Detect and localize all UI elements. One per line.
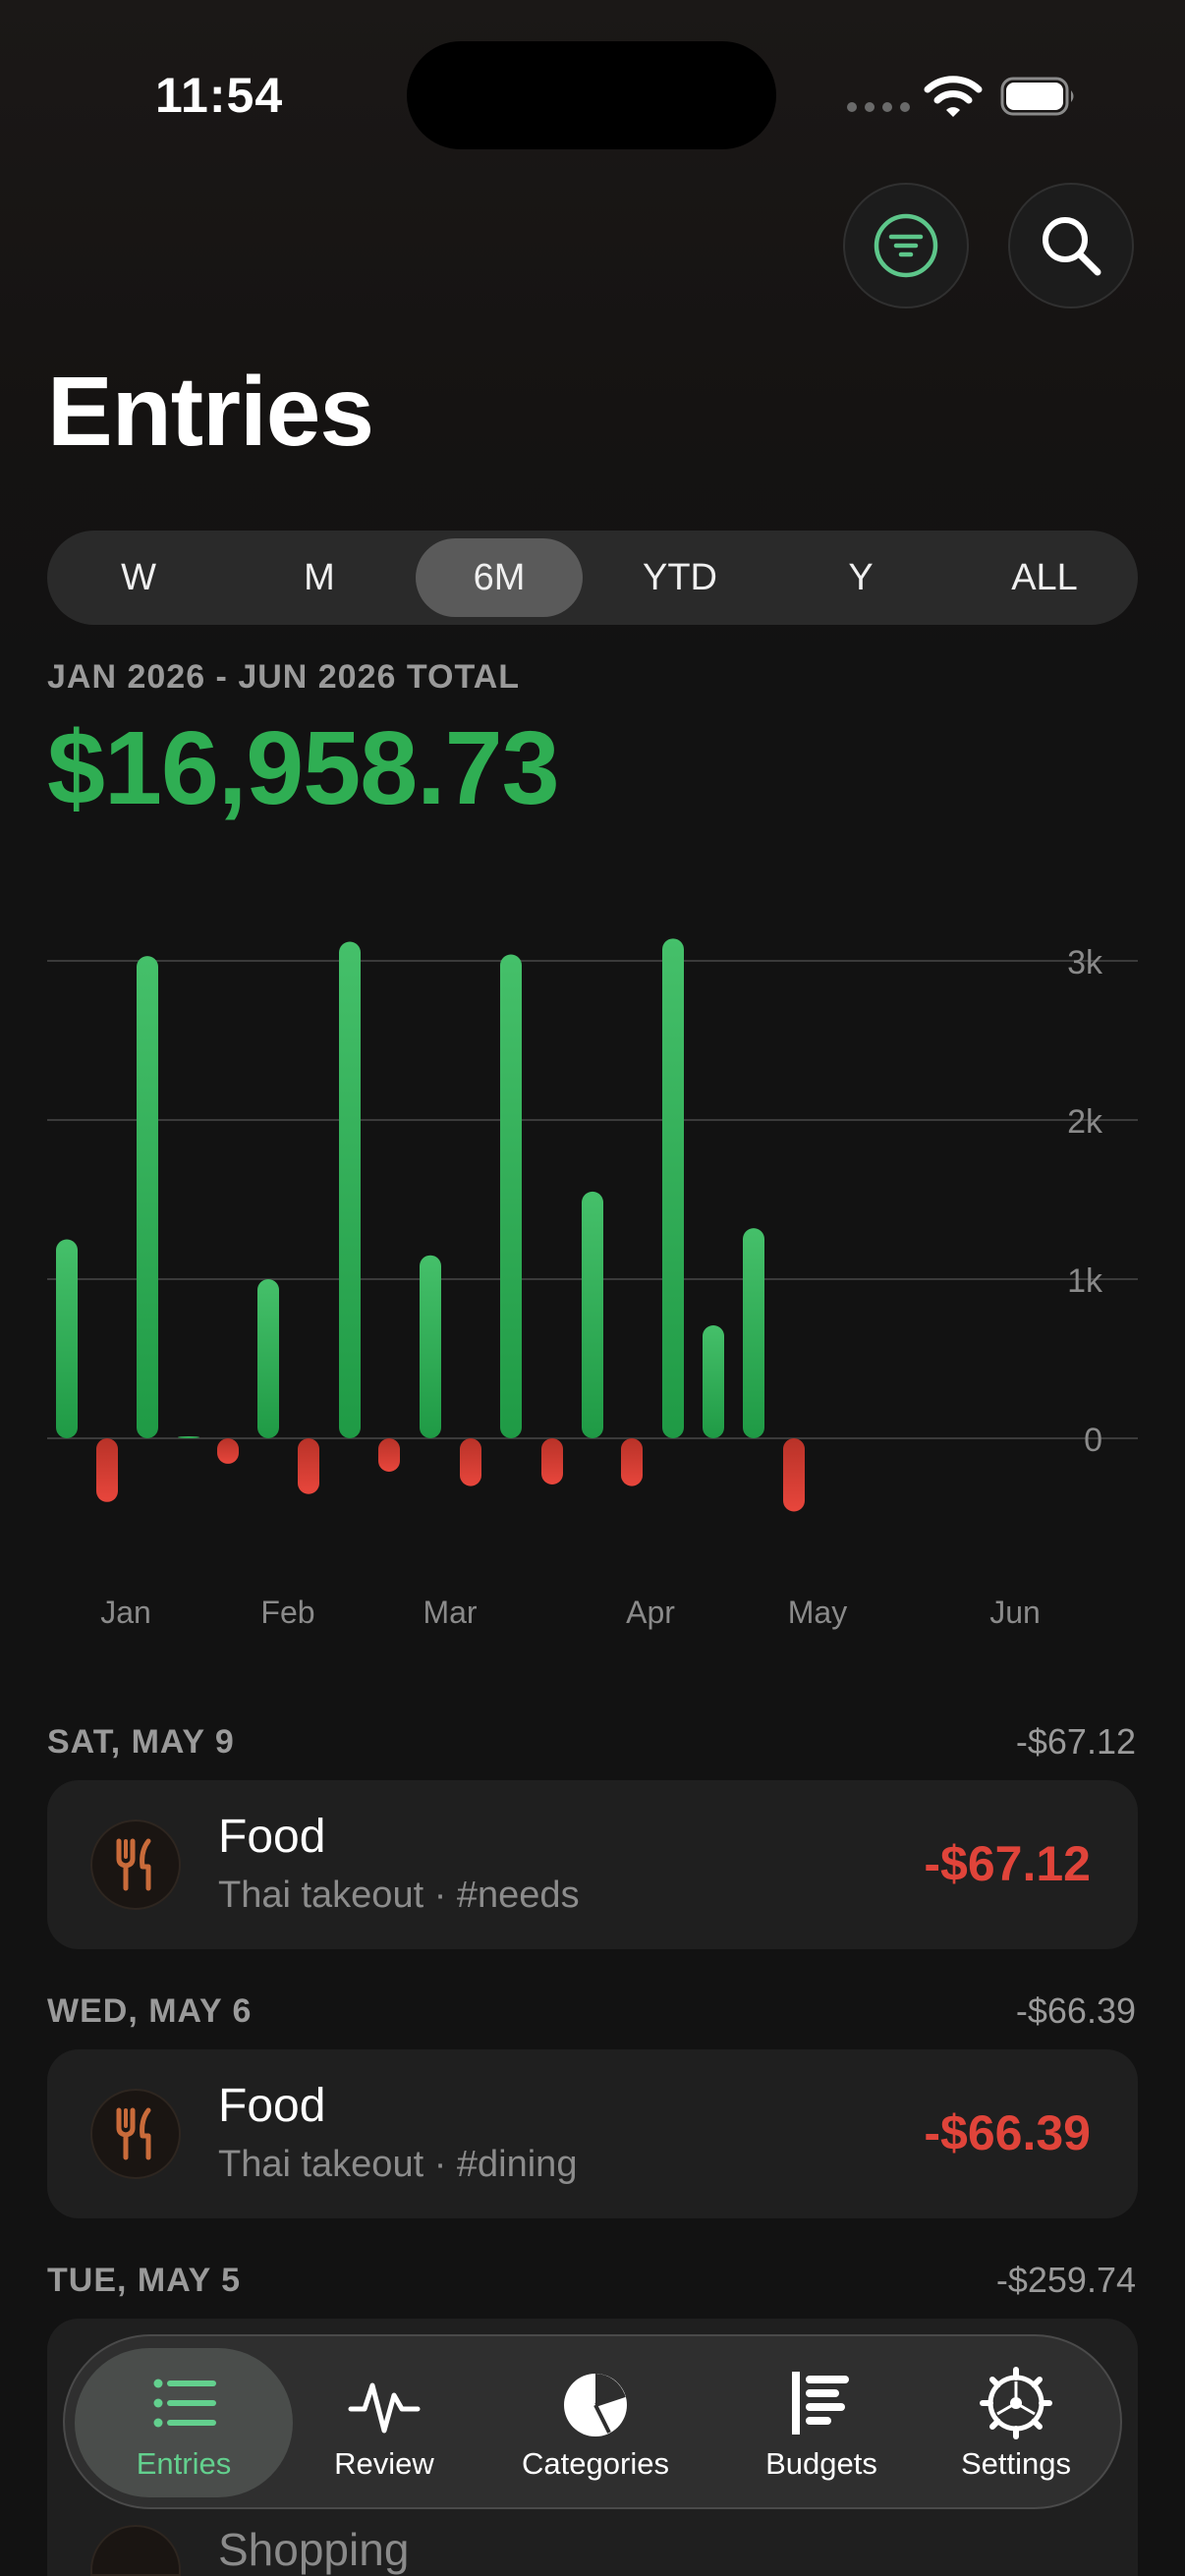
bar-income <box>137 956 158 1438</box>
period-label: JAN 2026 - JUN 2026 TOTAL <box>47 658 521 696</box>
bar-expense <box>621 1438 643 1486</box>
entry-note: Thai takeout · #needs <box>218 1875 580 1916</box>
filter-button[interactable] <box>843 183 969 308</box>
tab-settings[interactable]: Settings <box>920 2336 1112 2511</box>
fork-knife-icon <box>90 2089 181 2179</box>
entry-category: Food <box>218 1811 326 1863</box>
range-tab-y[interactable]: Y <box>777 538 944 617</box>
bar-income <box>178 1436 199 1438</box>
entry-category: Shopping <box>218 2524 410 2575</box>
dynamic-island <box>407 41 776 149</box>
page-title: Entries <box>47 357 374 467</box>
bar-income <box>257 1279 279 1438</box>
spending-chart[interactable]: 3k 2k 1k 0 Jan Feb Mar Apr May Jun <box>0 884 1185 1651</box>
y-tick-label: 1k <box>1067 1262 1103 1300</box>
tab-label: Budgets <box>765 2446 877 2481</box>
tab-review[interactable]: Review <box>301 2336 468 2511</box>
day-header: TUE, MAY 5 <box>47 2262 242 2299</box>
tab-bar: Entries Review Categories Budgets Settin… <box>63 2334 1122 2509</box>
bar-expense <box>298 1438 319 1494</box>
period-total: $16,958.73 <box>47 710 560 826</box>
tab-budgets[interactable]: Budgets <box>725 2336 918 2511</box>
day-header: WED, MAY 6 <box>47 1992 253 2030</box>
bar-expense <box>217 1438 239 1464</box>
bar-income <box>56 1239 78 1438</box>
pulse-icon <box>348 2382 421 2434</box>
x-tick-label: Jan <box>100 1595 151 1630</box>
entry-amount: -$67.12 <box>924 1836 1091 1891</box>
entry-card[interactable]: Food Thai takeout · #dining -$66.39 <box>47 2049 1138 2218</box>
tab-label: Categories <box>522 2446 669 2481</box>
x-tick-label: Jun <box>989 1595 1041 1630</box>
bar-expense <box>783 1438 805 1512</box>
range-tab-all[interactable]: ALL <box>961 538 1128 617</box>
range-tab-w[interactable]: W <box>55 538 222 617</box>
y-tick-label: 2k <box>1067 1103 1103 1141</box>
entry-category: Food <box>218 2080 326 2132</box>
y-tick-label: 3k <box>1067 944 1103 981</box>
wifi-icon <box>924 76 983 117</box>
pie-chart-icon <box>564 2374 627 2436</box>
bar-expense <box>378 1438 400 1473</box>
x-tick-label: Apr <box>626 1595 675 1630</box>
tab-categories[interactable]: Categories <box>487 2336 704 2511</box>
day-total: -$66.39 <box>1015 1990 1136 2031</box>
bar-income <box>662 938 684 1438</box>
y-tick-label: 0 <box>1084 1422 1102 1459</box>
list-icon <box>153 2379 216 2428</box>
filter-icon <box>874 213 938 278</box>
day-total: -$259.74 <box>995 2260 1136 2300</box>
bar-expense <box>96 1438 118 1502</box>
bar-income <box>582 1191 603 1438</box>
tab-label: Entries <box>136 2446 232 2481</box>
tab-entries[interactable]: Entries <box>75 2336 293 2511</box>
day-header: SAT, MAY 9 <box>47 1723 235 1761</box>
tab-label: Review <box>334 2446 434 2481</box>
entry-card[interactable]: Food Thai takeout · #needs -$67.12 <box>47 1780 1138 1949</box>
bar-expense <box>541 1438 563 1484</box>
search-button[interactable] <box>1008 183 1134 308</box>
range-tab-6m[interactable]: 6M <box>416 538 583 617</box>
x-tick-label: May <box>788 1595 847 1630</box>
range-tab-ytd[interactable]: YTD <box>596 538 763 617</box>
bar-income <box>500 954 522 1438</box>
fork-knife-icon <box>90 1820 181 1910</box>
tab-label: Settings <box>960 2446 1071 2481</box>
day-total: -$67.12 <box>1015 1721 1136 1762</box>
entry-note: Thai takeout · #dining <box>218 2144 578 2185</box>
battery-icon <box>1000 77 1074 116</box>
bars-icon <box>792 2372 849 2435</box>
range-selector: W M 6M YTD Y ALL <box>47 531 1138 625</box>
gear-icon <box>980 2367 1052 2439</box>
bar-income <box>743 1228 764 1438</box>
entry-amount: -$66.39 <box>924 2105 1091 2160</box>
cellular-signal-icon <box>847 102 910 112</box>
bar-income <box>703 1324 724 1438</box>
range-tab-m[interactable]: M <box>236 538 403 617</box>
bar-income <box>339 941 361 1438</box>
bar-expense <box>460 1438 481 1486</box>
bar-income <box>420 1255 441 1438</box>
search-icon <box>1043 217 1101 276</box>
x-tick-label: Feb <box>260 1595 314 1630</box>
status-time: 11:54 <box>155 68 284 123</box>
x-tick-label: Mar <box>423 1595 477 1630</box>
